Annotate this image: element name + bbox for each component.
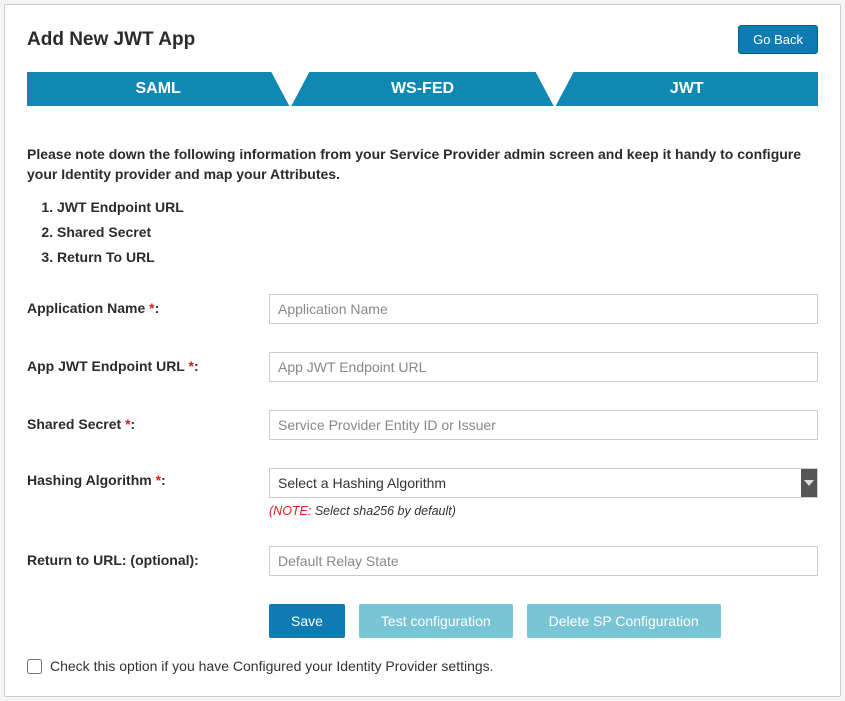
return-url-input[interactable]	[269, 546, 818, 576]
row-app-name: Application Name *:	[27, 294, 818, 324]
label-app-name: Application Name *:	[27, 294, 269, 316]
endpoint-input[interactable]	[269, 352, 818, 382]
label-return-url: Return to URL: (optional):	[27, 546, 269, 568]
info-item-3: Return To URL	[57, 245, 818, 270]
label-algo: Hashing Algorithm *:	[27, 468, 269, 488]
row-endpoint: App JWT Endpoint URL *:	[27, 352, 818, 382]
tab-jwt[interactable]: JWT	[556, 72, 818, 106]
label-secret: Shared Secret *:	[27, 410, 269, 432]
page-title: Add New JWT App	[27, 29, 195, 51]
algo-select[interactable]: Select a Hashing Algorithm	[269, 468, 818, 498]
app-name-input[interactable]	[269, 294, 818, 324]
idp-configured-label: Check this option if you have Configured…	[50, 658, 494, 674]
tabs: SAML WS-FED JWT	[27, 72, 818, 106]
algo-select-wrap: Select a Hashing Algorithm	[269, 468, 818, 498]
test-config-button[interactable]: Test configuration	[359, 604, 513, 638]
info-item-1: JWT Endpoint URL	[57, 195, 818, 220]
tab-wsfed[interactable]: WS-FED	[291, 72, 553, 106]
secret-input[interactable]	[269, 410, 818, 440]
idp-configured-checkbox[interactable]	[27, 659, 42, 674]
row-algo: Hashing Algorithm *: Select a Hashing Al…	[27, 468, 818, 518]
info-list: JWT Endpoint URL Shared Secret Return To…	[57, 195, 818, 271]
info-item-2: Shared Secret	[57, 220, 818, 245]
tab-saml[interactable]: SAML	[27, 72, 289, 106]
header-row: Add New JWT App Go Back	[27, 25, 818, 54]
go-back-button[interactable]: Go Back	[738, 25, 818, 54]
panel: Add New JWT App Go Back SAML WS-FED JWT …	[4, 4, 841, 697]
delete-config-button[interactable]: Delete SP Configuration	[527, 604, 721, 638]
button-row: Save Test configuration Delete SP Config…	[269, 604, 818, 638]
row-return-url: Return to URL: (optional):	[27, 546, 818, 576]
label-endpoint: App JWT Endpoint URL *:	[27, 352, 269, 374]
algo-note: (NOTE: Select sha256 by default)	[269, 504, 818, 518]
row-secret: Shared Secret *:	[27, 410, 818, 440]
idp-configured-row[interactable]: Check this option if you have Configured…	[27, 658, 818, 674]
save-button[interactable]: Save	[269, 604, 345, 638]
intro-text: Please note down the following informati…	[27, 144, 818, 185]
